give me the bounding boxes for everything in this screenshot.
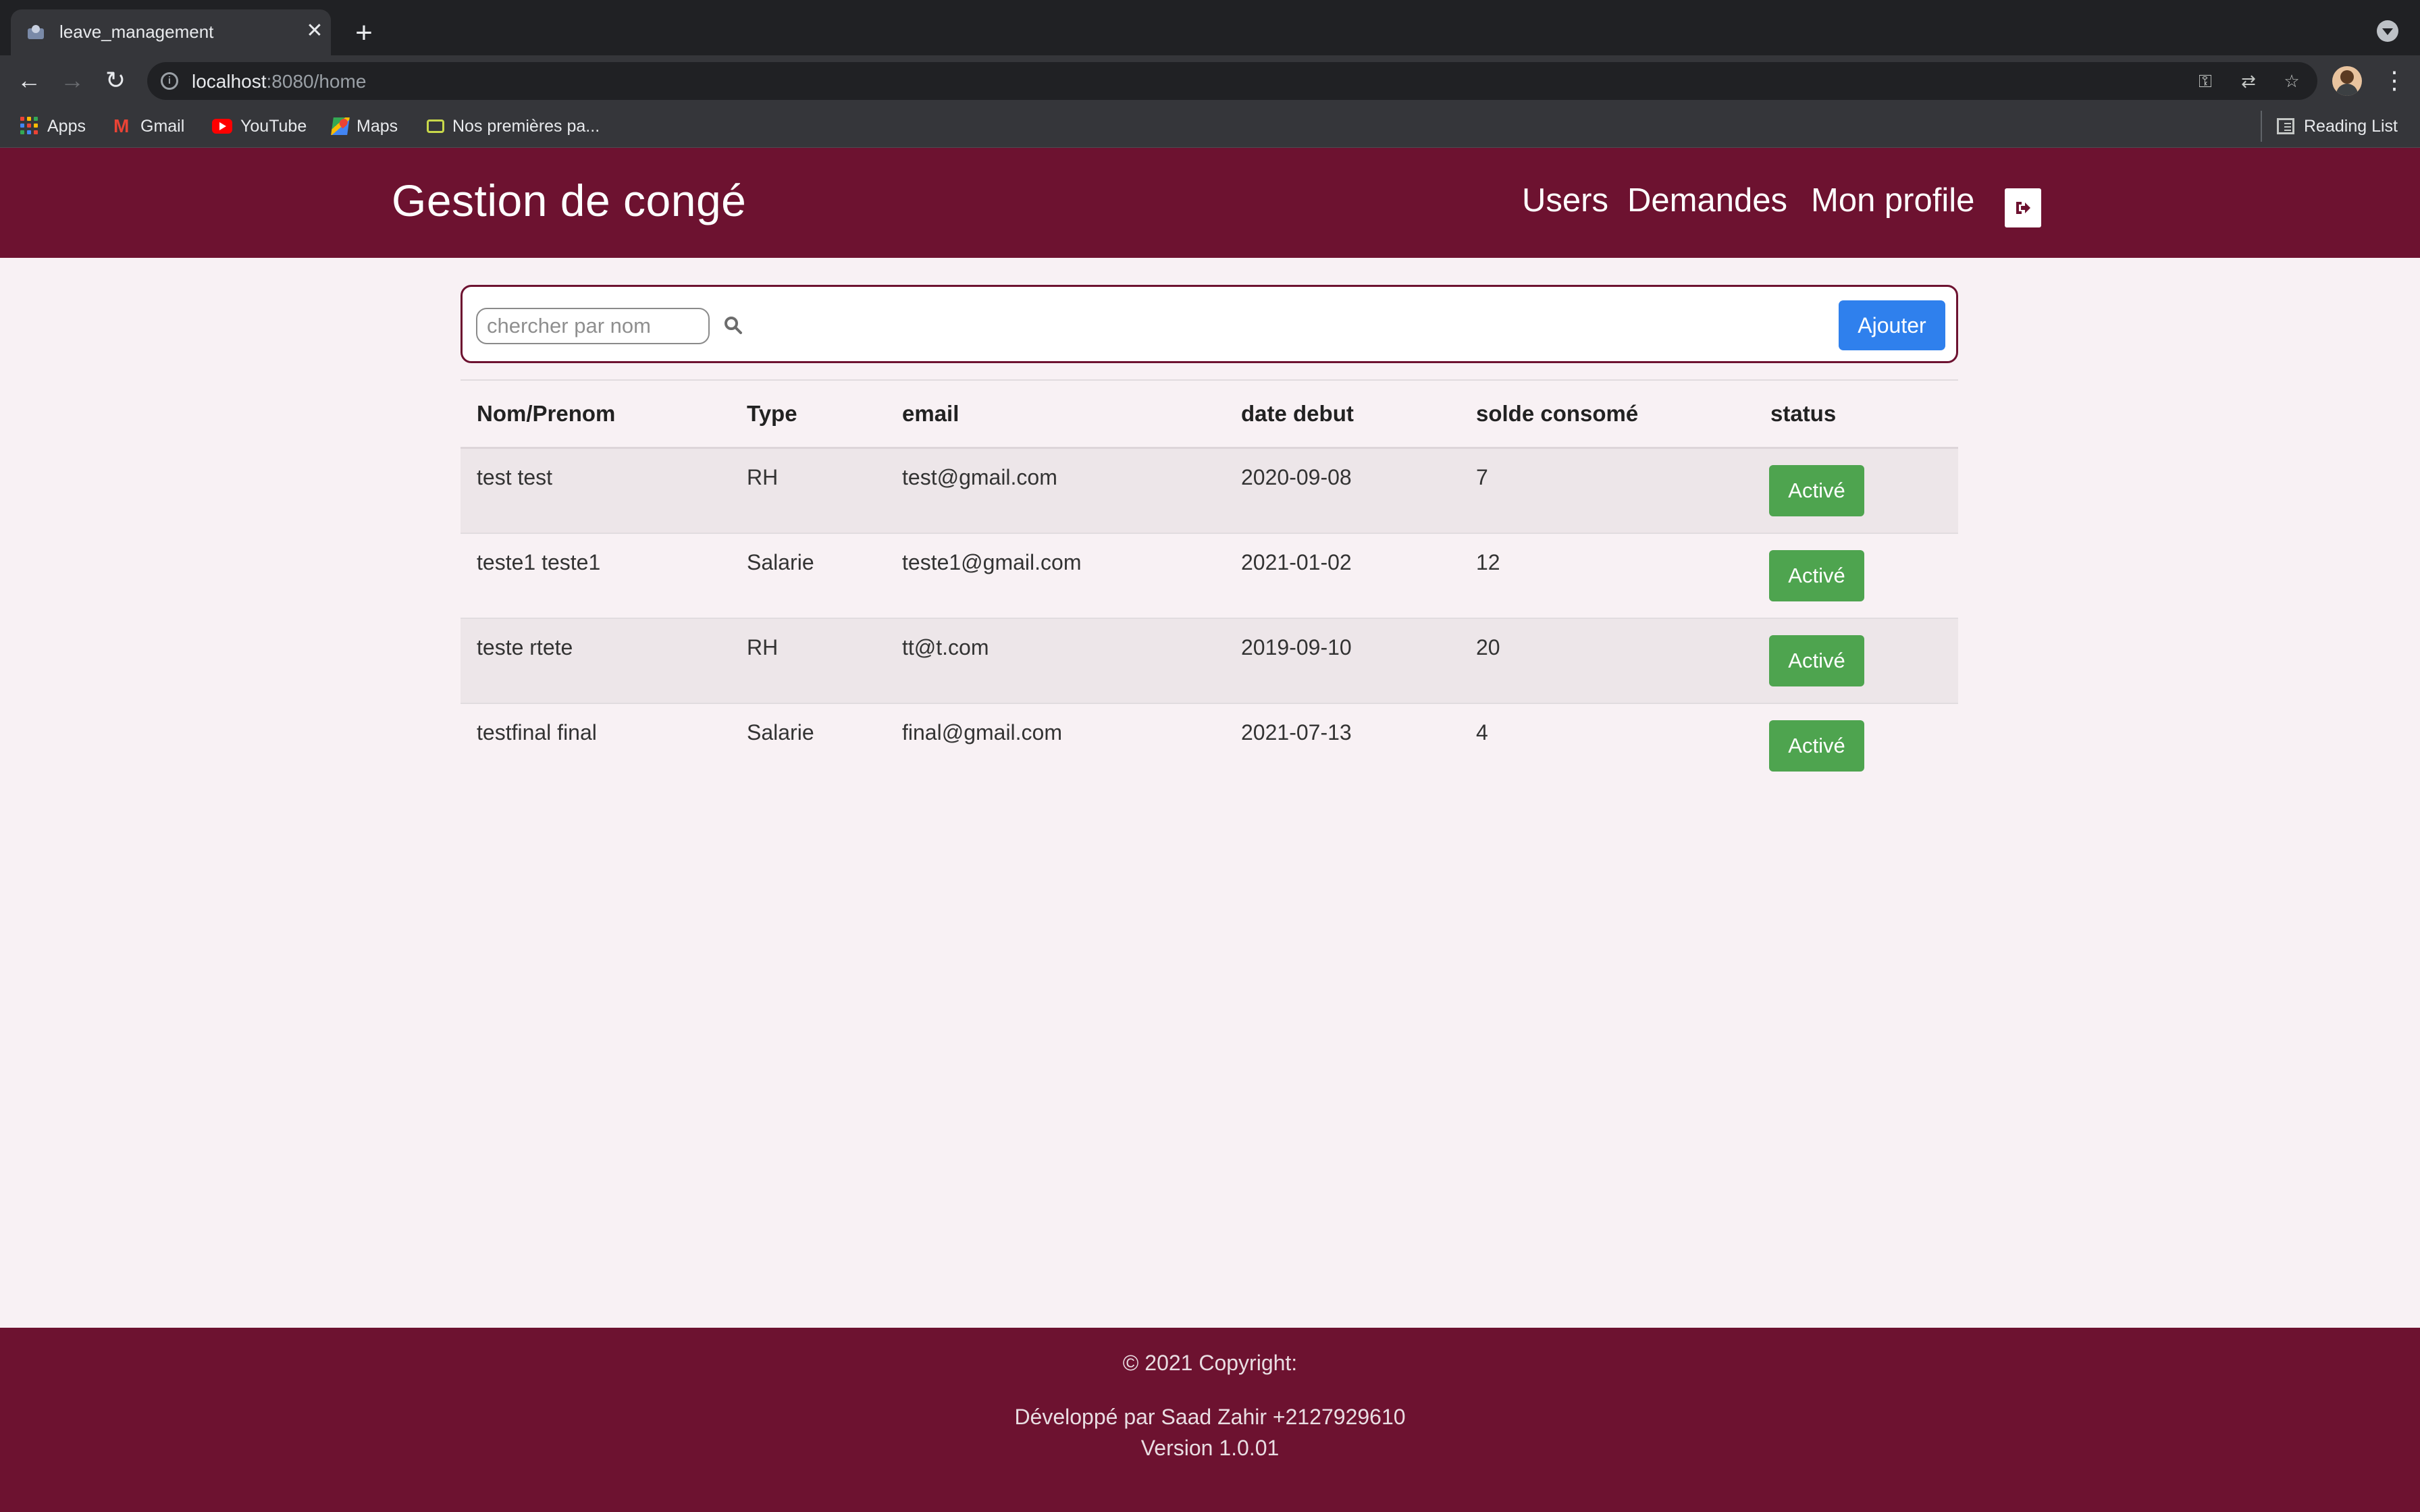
cell-name: testfinal final [477,720,597,745]
add-button[interactable]: Ajouter [1839,300,1945,350]
footer-developer: Développé par Saad Zahir +2127929610 [1014,1405,1406,1429]
new-tab-icon[interactable]: + [347,16,381,50]
search-input[interactable] [476,308,710,344]
header-status: status [1770,401,1837,426]
app-navbar: Gestion de congé Users Demandes Mon prof… [0,148,2420,258]
header-email: email [902,401,959,426]
header-solde: solde consomé [1476,401,1639,426]
youtube-icon [212,119,232,134]
profile-avatar[interactable] [2332,66,2362,96]
status-button[interactable]: Activé [1769,635,1864,686]
cell-type: Salarie [747,550,814,574]
bookmark-apps[interactable]: Apps [20,115,86,138]
url-text: localhost:8080/home [192,71,367,92]
cell-email: teste1@gmail.com [902,550,1082,574]
gmail-icon: M [113,115,130,136]
bookmark-maps[interactable]: Maps [331,115,398,138]
bookmark-youtube[interactable]: YouTube [212,115,307,138]
cell-solde: 20 [1476,635,1500,659]
browser-tab[interactable]: leave_management ✕ [11,9,331,55]
status-button[interactable]: Activé [1769,550,1864,601]
header-type: Type [747,401,797,426]
back-icon[interactable]: ← [12,63,46,97]
cell-name: test test [477,465,553,489]
browser-menu-icon[interactable]: ⋮ [2382,63,2406,97]
table-row: testfinal final Salarie final@gmail.com … [461,704,1958,788]
nav-link-users[interactable]: Users [1522,182,1608,219]
address-bar[interactable]: i localhost:8080/home ⚿ ⇄ ☆ [147,62,2317,100]
reload-icon[interactable]: ↻ [99,63,132,97]
bookmark-star-icon[interactable]: ☆ [2280,69,2304,93]
cell-name: teste rtete [477,635,573,659]
table-row: teste rtete RH tt@t.com 2019-09-10 20 Ac… [461,619,1958,704]
nav-link-demandes[interactable]: Demandes [1627,182,1787,219]
browser-tab-strip: leave_management ✕ + [0,0,2420,55]
cell-type: Salarie [747,720,814,745]
footer-copyright: © 2021 Copyright: [1122,1351,1298,1375]
cell-solde: 4 [1476,720,1488,745]
tab-title: leave_management [59,22,214,42]
cell-date: 2021-07-13 [1241,720,1352,745]
cell-date: 2020-09-08 [1241,465,1352,489]
browser-toolbar: ← → ↻ i localhost:8080/home ⚿ ⇄ ☆ ⋮ [0,55,2420,105]
cell-solde: 12 [1476,550,1500,574]
status-button[interactable]: Activé [1769,720,1864,772]
cell-email: test@gmail.com [902,465,1057,489]
cell-email: tt@t.com [902,635,989,659]
tab-search-icon[interactable] [2377,20,2398,42]
cell-date: 2019-09-10 [1241,635,1352,659]
cell-email: final@gmail.com [902,720,1062,745]
cell-date: 2021-01-02 [1241,550,1352,574]
tab-close-icon[interactable]: ✕ [300,16,330,46]
apps-grid-icon [20,117,39,136]
cell-type: RH [747,635,779,659]
forward-icon[interactable]: → [55,63,89,97]
table-header: Nom/Prenom Type email date debut solde c… [461,381,1958,449]
search-icon[interactable] [723,315,743,335]
table-row: teste1 teste1 Salarie teste1@gmail.com 2… [461,534,1958,619]
cell-name: teste1 teste1 [477,550,601,574]
cell-type: RH [747,465,779,489]
users-table: Nom/Prenom Type email date debut solde c… [461,379,1958,788]
reading-list-icon [2277,118,2294,134]
status-button[interactable]: Activé [1769,465,1864,516]
bookmark-folder-icon [427,119,444,133]
key-icon[interactable]: ⚿ [2193,69,2217,93]
footer-version: Version 1.0.01 [1140,1436,1280,1460]
translate-icon[interactable]: ⇄ [2236,69,2261,93]
sign-out-icon [2016,202,2030,214]
maps-icon [331,117,350,135]
header-date-debut: date debut [1241,401,1354,426]
bookmark-nos-premieres[interactable]: Nos premières pa... [427,115,600,138]
bookmark-gmail[interactable]: M Gmail [113,115,184,138]
app-favicon-icon [28,25,44,39]
bookmarks-bar: Apps M Gmail YouTube Maps Nos premières … [0,105,2420,148]
logout-button[interactable] [2005,188,2041,227]
page-footer: © 2021 Copyright: Développé par Saad Zah… [0,1328,2420,1512]
nav-link-mon-profile[interactable]: Mon profile [1811,182,1974,219]
site-info-icon[interactable]: i [161,72,178,90]
reading-list-button[interactable]: Reading List [2261,111,2398,142]
cell-solde: 7 [1476,465,1488,489]
header-name: Nom/Prenom [477,401,616,426]
search-panel: Ajouter [461,285,1958,363]
table-row: test test RH test@gmail.com 2020-09-08 7… [461,449,1958,534]
app-brand[interactable]: Gestion de congé [392,175,746,226]
